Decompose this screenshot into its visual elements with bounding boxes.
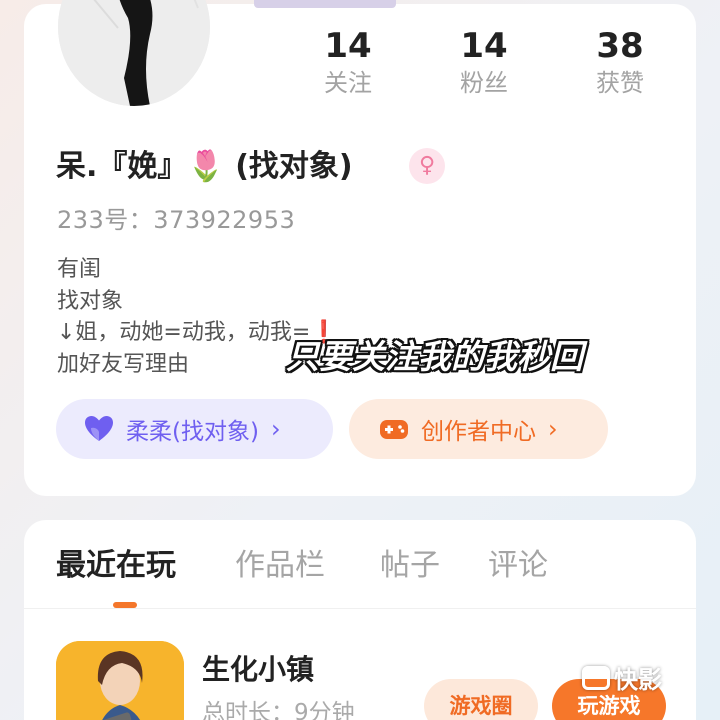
tab-comments[interactable]: 评论 xyxy=(488,546,548,586)
heart-icon xyxy=(85,416,113,441)
stat-following-count: 14 xyxy=(324,26,372,66)
stat-following[interactable]: 14 关注 xyxy=(303,26,393,100)
kuaiying-watermark: 快影 xyxy=(582,660,662,695)
bio-line: 找对象 xyxy=(57,288,124,314)
stat-followers-count: 14 xyxy=(460,26,508,66)
group-button-label: 柔柔(找对象) xyxy=(126,419,259,445)
watermark-text: 快影 xyxy=(614,666,662,694)
stat-following-label: 关注 xyxy=(324,69,372,97)
video-subtitle: 只要关注我的我秒回 xyxy=(286,337,583,376)
game-name: 生化小镇 xyxy=(202,653,315,686)
game-icon[interactable] xyxy=(56,641,184,720)
chevron-right-icon: › xyxy=(270,415,281,443)
game-icon-image xyxy=(56,641,184,720)
creator-center-button[interactable]: 创作者中心 › xyxy=(349,399,608,459)
stat-likes-count: 38 xyxy=(596,26,644,66)
kuaiying-logo-icon xyxy=(582,665,610,690)
tab-divider xyxy=(24,608,696,609)
stat-followers-label: 粉丝 xyxy=(460,69,508,97)
stat-followers[interactable]: 14 粉丝 xyxy=(439,26,529,100)
profile-nickname: 呆.『娩』🌷 (找对象) xyxy=(56,149,353,184)
bio-line: 有闺 xyxy=(57,257,102,282)
bio-line-text: ↓姐，动她=动我，动我= xyxy=(57,320,311,345)
game-playtime: 总时长：9分钟 xyxy=(202,700,355,720)
chevron-right-icon: › xyxy=(548,415,558,443)
user-id: 233号：373922953 xyxy=(57,206,296,234)
female-icon: ♀ xyxy=(409,148,445,184)
group-button[interactable]: 柔柔(找对象) › xyxy=(56,399,333,459)
game-circle-button[interactable]: 游戏圈 xyxy=(424,679,538,720)
cover-image-edge xyxy=(254,0,396,8)
stat-likes[interactable]: 38 获赞 xyxy=(575,26,665,100)
tab-works[interactable]: 作品栏 xyxy=(235,546,325,586)
creator-center-label: 创作者中心 xyxy=(421,419,536,445)
tab-recently-played[interactable]: 最近在玩 xyxy=(56,546,176,586)
tab-posts[interactable]: 帖子 xyxy=(380,546,440,586)
gamepad-icon xyxy=(380,420,408,439)
stat-likes-label: 获赞 xyxy=(596,69,644,97)
